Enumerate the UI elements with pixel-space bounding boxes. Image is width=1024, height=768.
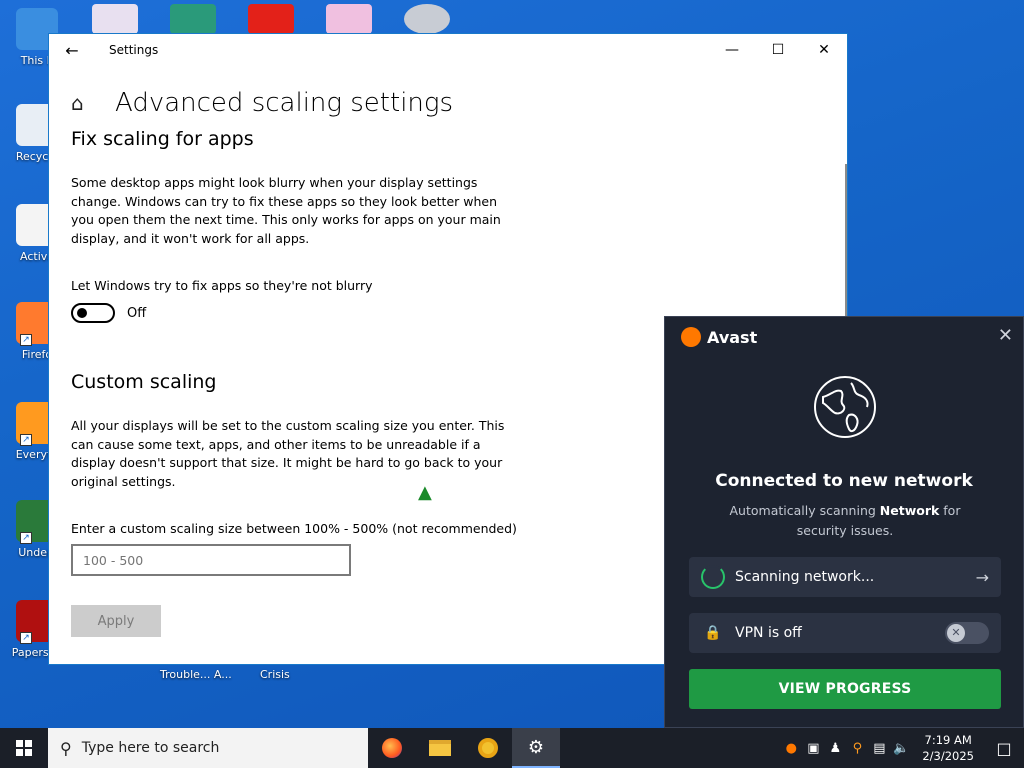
clock-time: 7:19 AM <box>924 733 972 747</box>
view-progress-button[interactable]: VIEW PROGRESS <box>689 669 1001 709</box>
start-button[interactable] <box>0 728 48 768</box>
user-tray-icon[interactable]: ♟ <box>824 741 846 756</box>
desktop-icon-top-4[interactable] <box>326 4 372 34</box>
desktop-icon-top-5[interactable] <box>404 4 450 34</box>
settings-titlebar: ← Settings — ☐ ✕ <box>49 34 847 66</box>
taskbar-clock[interactable]: 7:19 AM 2/3/2025 <box>922 732 974 764</box>
custom-scaling-input[interactable] <box>71 544 351 576</box>
cursor-icon: ▲ <box>418 482 432 503</box>
back-arrow-icon[interactable]: ← <box>49 34 95 66</box>
scanning-label: Scanning network... <box>735 569 875 585</box>
custom-scaling-description: All your displays will be set to the cus… <box>71 418 505 489</box>
network-tray-icon[interactable]: ▤ <box>868 741 890 756</box>
page-header: ⌂ Advanced scaling settings <box>71 88 847 118</box>
avast-brand: Avast <box>681 327 757 347</box>
shortcut-arrow-icon: ↗ <box>20 632 32 644</box>
toggle-state-text: Off <box>127 305 147 321</box>
vpn-toggle[interactable]: ✕ <box>945 622 989 644</box>
avast-brand-name: Avast <box>707 327 758 347</box>
avast-logo-icon <box>681 327 701 347</box>
shortcut-arrow-icon: ↗ <box>20 532 32 544</box>
firefox-taskbar-icon[interactable] <box>368 728 416 768</box>
scanning-spinner-icon <box>701 565 725 589</box>
fix-scaling-heading: Fix scaling for apps <box>71 128 254 150</box>
desktop-icon-top-1[interactable] <box>92 4 138 34</box>
file-explorer-taskbar-icon[interactable] <box>416 728 464 768</box>
maximize-icon[interactable]: ☐ <box>755 34 801 66</box>
search-icon: ⚲ <box>60 738 72 758</box>
security-tray-icon[interactable]: ▣ <box>802 741 824 756</box>
desktop-icon-top-2[interactable] <box>170 4 216 34</box>
avast-close-icon[interactable]: ✕ <box>998 325 1013 346</box>
toggle-knob <box>77 308 87 318</box>
globe-icon <box>814 376 876 438</box>
chrome-taskbar-icon[interactable] <box>464 728 512 768</box>
fix-apps-toggle-row: Off <box>71 303 519 323</box>
close-icon[interactable]: ✕ <box>801 34 847 66</box>
page-title: Advanced scaling settings <box>115 88 454 118</box>
avast-subtext: Automatically scanning Network for secur… <box>705 501 985 541</box>
arrow-right-icon: → <box>975 567 989 587</box>
vpn-row: 🔒 VPN is off ✕ <box>689 613 1001 653</box>
avast-sub-prefix: Automatically scanning <box>729 503 880 518</box>
window-title: Settings <box>109 43 159 57</box>
vpn-lock-icon: 🔒 <box>704 625 722 641</box>
minimize-icon[interactable]: — <box>709 34 755 66</box>
desktop-label-trouble[interactable]: Trouble... A... <box>160 668 232 681</box>
fix-apps-toggle-label: Let Windows try to fix apps so they're n… <box>71 278 373 293</box>
scanning-network-row[interactable]: Scanning network... → <box>689 557 1001 597</box>
desktop-icon-top-3[interactable] <box>248 4 294 34</box>
volume-icon[interactable]: 🔈 <box>890 741 912 756</box>
taskbar: ⚲ Type here to search ⚙ ● ▣ ♟ ⚲ ▤ 🔈 7:19… <box>0 728 1024 768</box>
apply-button[interactable]: Apply <box>71 605 161 637</box>
avast-tray-icon[interactable]: ● <box>780 741 802 756</box>
everything-tray-icon[interactable]: ⚲ <box>846 741 868 756</box>
windows-logo-icon <box>16 740 32 756</box>
desktop-label-crisis[interactable]: Crisis <box>260 668 290 681</box>
clock-date: 2/3/2025 <box>922 749 974 763</box>
shortcut-arrow-icon: ↗ <box>20 334 32 346</box>
custom-scaling-input-label: Enter a custom scaling size between 100%… <box>71 521 517 536</box>
taskbar-search[interactable]: ⚲ Type here to search <box>48 728 368 768</box>
search-placeholder: Type here to search <box>81 740 220 756</box>
shortcut-arrow-icon: ↗ <box>20 434 32 446</box>
notifications-icon[interactable]: □ <box>984 739 1024 758</box>
avast-heading: Connected to new network <box>715 471 973 491</box>
avast-popup: Avast ✕ Connected to new network Automat… <box>664 316 1024 728</box>
settings-taskbar-icon[interactable]: ⚙ <box>512 728 560 768</box>
vpn-toggle-knob: ✕ <box>947 624 965 642</box>
custom-scaling-heading: Custom scaling <box>71 371 217 393</box>
vpn-label: VPN is off <box>735 625 802 641</box>
home-icon[interactable]: ⌂ <box>71 91 95 115</box>
system-tray: ● ▣ ♟ ⚲ ▤ 🔈 7:19 AM 2/3/2025 □ <box>780 728 1024 768</box>
fix-apps-toggle[interactable] <box>71 303 115 323</box>
avast-sub-network: Network <box>879 503 940 518</box>
fix-scaling-description: Some desktop apps might look blurry when… <box>71 175 501 246</box>
settings-content: Fix scaling for apps Some desktop apps m… <box>49 128 519 637</box>
